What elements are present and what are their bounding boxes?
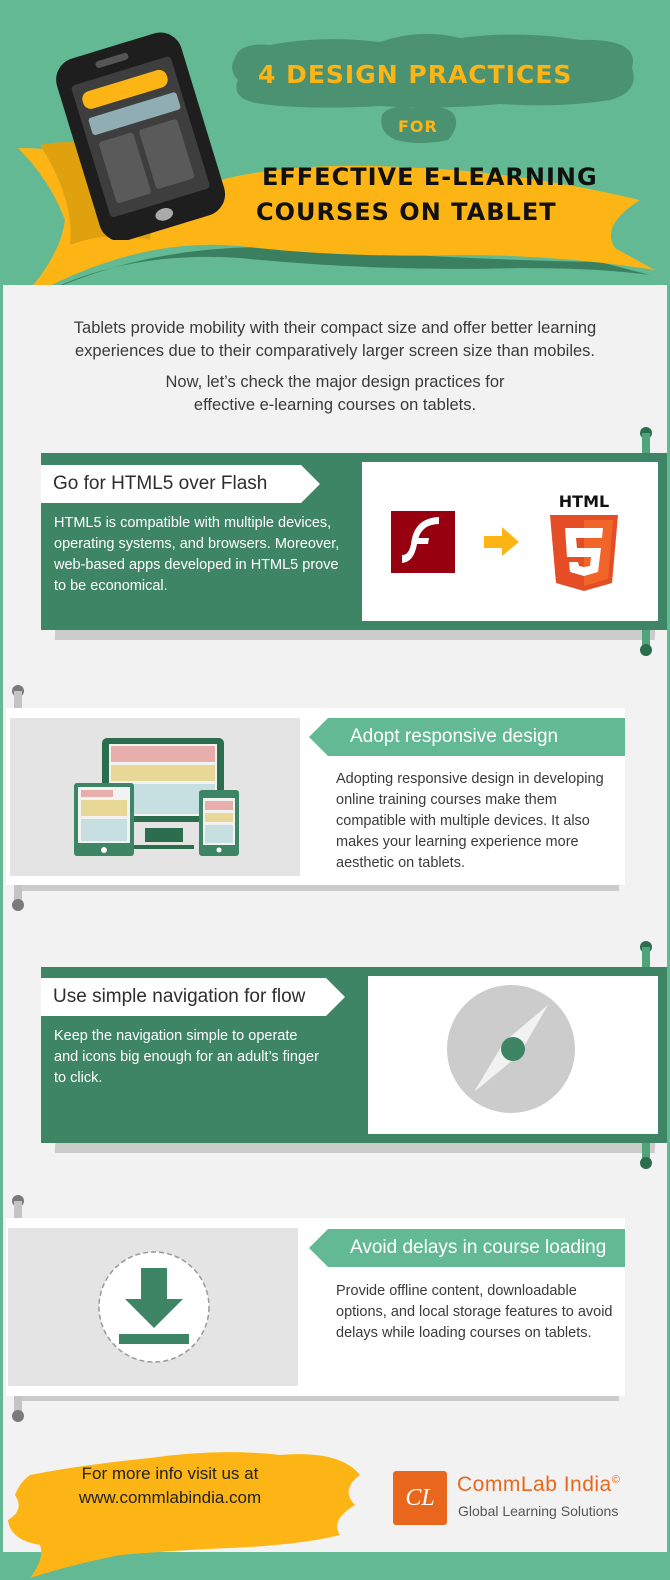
tablet-icon [56, 32, 226, 240]
intro-line: experiences due to their comparatively l… [74, 342, 595, 360]
pin [640, 427, 652, 453]
pin [12, 685, 24, 708]
commlab-logo-icon: CL [393, 1471, 447, 1525]
flash-icon [391, 511, 455, 573]
html5-illustration: HTML [391, 492, 618, 591]
title-line-3: EFFECTIVE E-LEARNING [262, 163, 598, 191]
intro-line: Tablets provide mobility with their comp… [73, 319, 597, 337]
practice-title: Use simple navigation for flow [41, 978, 345, 1016]
illustration-box [10, 718, 300, 876]
cta-text: For more info visit us at www.commlabind… [60, 1462, 280, 1510]
intro-line: Now, let’s check the major design practi… [165, 373, 505, 391]
card-shadow [54, 630, 656, 640]
pin [640, 630, 652, 656]
brand-name-text: CommLab India [457, 1473, 612, 1496]
title-line-1: 4 DESIGN PRACTICES [258, 60, 573, 89]
responsive-devices-icon [74, 738, 239, 856]
copyright-mark: © [611, 1474, 621, 1486]
pin [12, 1396, 24, 1422]
intro-paragraph-1: Tablets provide mobility with their comp… [3, 317, 667, 363]
practice-body: HTML5 is compatible with multiple device… [54, 515, 340, 594]
header: 4 DESIGN PRACTICES FOR EFFECTIVE E-LEARN… [0, 0, 670, 285]
svg-text:HTML: HTML [559, 492, 609, 511]
pin [12, 1195, 24, 1218]
pin [12, 885, 24, 911]
cta-line-1: For more info visit us at [81, 1464, 259, 1483]
practice-body: Keep the navigation simple to operate an… [54, 1028, 319, 1086]
card-shadow [54, 1143, 656, 1153]
html5-icon: HTML [550, 492, 618, 591]
pin [640, 941, 652, 967]
cta-splash [8, 1452, 360, 1578]
practice-title: Adopt responsive design [309, 718, 625, 756]
practice-title: Avoid delays in course loading [309, 1229, 625, 1267]
website-link[interactable]: www.commlabindia.com [60, 1486, 280, 1510]
arrow-right-icon [484, 527, 519, 556]
title-line-4: COURSES ON TABLET [256, 198, 557, 226]
compass-icon [447, 985, 575, 1113]
practice-body: Adopting responsive design in developing… [336, 771, 604, 871]
practice-body: Provide offline content, downloadable op… [336, 1283, 613, 1341]
practice-title: Go for HTML5 over Flash [41, 465, 320, 503]
download-icon [98, 1251, 210, 1363]
pin [640, 1143, 652, 1169]
illustration-frame [359, 967, 667, 1143]
brand-tagline: Global Learning Solutions [458, 1503, 619, 1519]
illustration-frame: HTML [353, 453, 667, 630]
intro-paragraph-2: Now, let’s check the major design practi… [3, 371, 667, 417]
content-panel: Tablets provide mobility with their comp… [3, 285, 667, 1552]
illustration-box [8, 1228, 298, 1386]
intro-line: effective e-learning courses on tablets. [193, 396, 477, 414]
title-line-2: FOR [398, 117, 438, 136]
brand-name: CommLab India© [457, 1473, 620, 1497]
